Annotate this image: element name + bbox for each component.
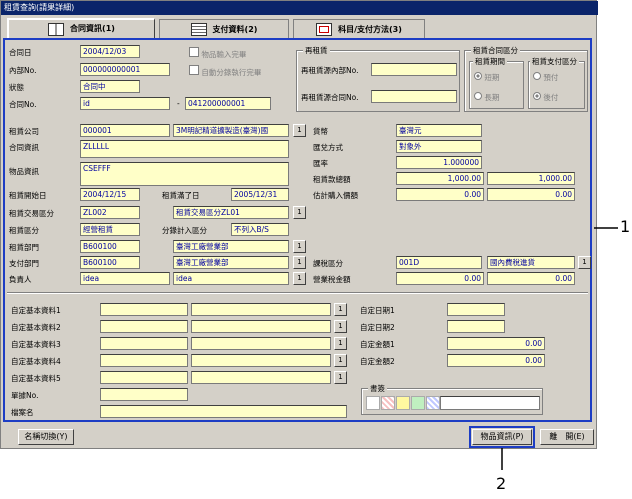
callout-1: 1 [620,217,631,236]
callout-2: 2 [496,474,507,493]
callout-lines [501,227,618,470]
